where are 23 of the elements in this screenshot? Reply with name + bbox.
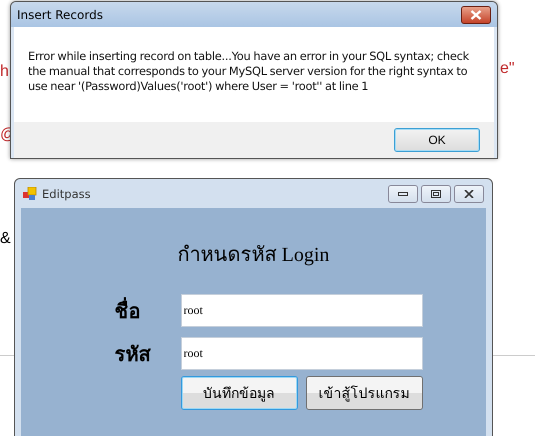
form-heading: กำหนดรหัส Login	[178, 243, 330, 268]
background-text: e"	[500, 60, 515, 78]
close-icon	[470, 10, 482, 20]
window-title: Editpass	[42, 186, 92, 200]
background-text: h	[0, 63, 9, 81]
close-icon	[464, 190, 474, 198]
field-label: รหัส	[114, 342, 152, 368]
close-button[interactable]	[454, 184, 484, 202]
app-icon	[23, 186, 37, 200]
minimize-icon	[398, 192, 408, 196]
maximize-icon	[431, 190, 441, 198]
field-label: ชื่อ	[114, 294, 164, 326]
close-button[interactable]	[461, 6, 491, 24]
ok-button[interactable]: OK	[394, 128, 480, 152]
error-message: Error while inserting record on table...You have an error in your SQL syntax; check the manual that corresponds to your MySQL server version for the right syntax to use near '(Password)Values('root') where User = 'root'' at line 1	[28, 48, 470, 94]
background-text: &	[0, 230, 11, 248]
maximize-button[interactable]	[421, 184, 451, 202]
enter-program-button[interactable]: เข้าสู้โปรแกรม	[306, 376, 422, 410]
save-button[interactable]: บันทึกข้อมูล	[180, 376, 298, 410]
input-field[interactable]: root	[180, 337, 422, 370]
input-field[interactable]: root	[180, 294, 422, 327]
dialog-title: Insert Records	[17, 8, 104, 22]
minimize-button[interactable]	[388, 184, 418, 202]
